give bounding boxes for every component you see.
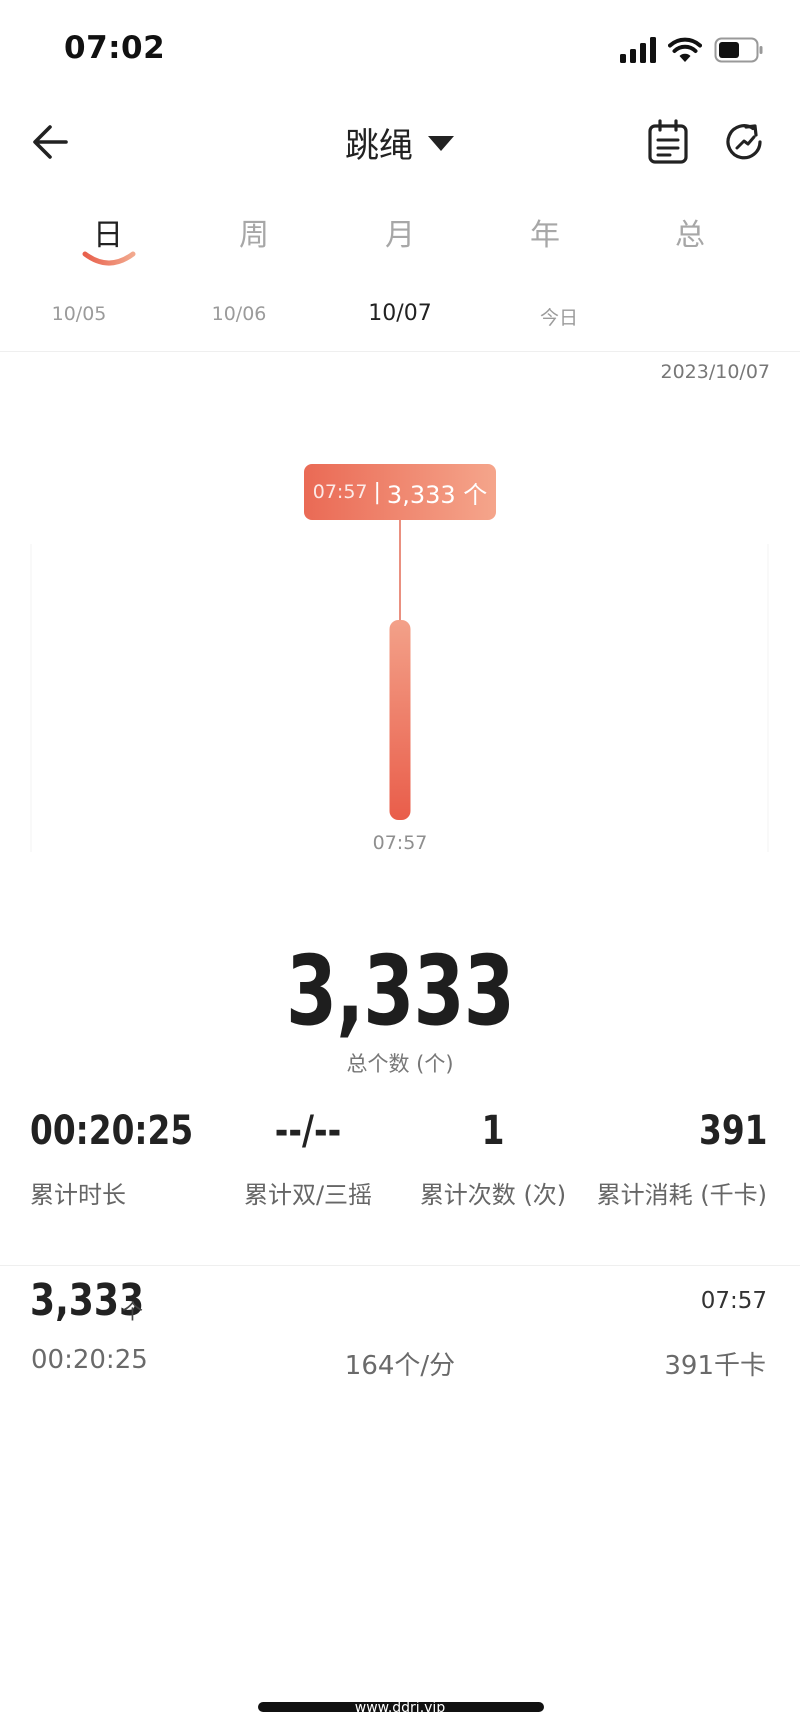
chart-tooltip: 07:57 | 3,333 个 <box>304 464 496 520</box>
signal-icon <box>620 37 656 63</box>
stat-sessions-value: 1 <box>481 1108 505 1154</box>
tab-year[interactable]: 年 <box>505 210 585 254</box>
total-count: 3,333 <box>286 935 515 1047</box>
wifi-icon <box>668 37 702 62</box>
stat-duration-label: 累计时长 <box>30 1181 126 1209</box>
tooltip-time: 07:57 <box>312 481 368 503</box>
tooltip-count: 3,333 个 <box>386 480 488 509</box>
dropdown-triangle-icon <box>428 135 454 151</box>
tab-total[interactable]: 总 <box>650 210 730 254</box>
stat-sessions-label: 累计次数 (次) <box>419 1181 567 1209</box>
watermark-text: www.ddrj.vip <box>354 1700 446 1716</box>
refresh-icon <box>726 124 762 160</box>
tooltip-separator: | <box>373 479 381 505</box>
stat-calories-label: 累计消耗 (千卡) <box>596 1181 767 1209</box>
date-today[interactable]: 今日 <box>499 303 619 330</box>
total-count-label: 总个数 (个) <box>346 1052 454 1076</box>
battery-icon <box>714 37 763 63</box>
chart-bar[interactable] <box>389 620 411 820</box>
x-axis-tick-label: 07:57 <box>372 832 428 854</box>
status-icons <box>620 32 764 68</box>
status-time: 07:02 <box>64 30 166 66</box>
stat-double-triple-value: --/-- <box>274 1108 342 1154</box>
divider <box>0 351 800 352</box>
date-10-05[interactable]: 10/05 <box>19 303 139 325</box>
record-calories: 391千卡 <box>664 1351 766 1381</box>
record-count-unit: 个 <box>122 1300 143 1324</box>
selected-date: 2023/10/07 <box>660 361 770 383</box>
page-title: 跳绳 <box>345 126 413 166</box>
stat-calories-value: 391 <box>698 1108 767 1154</box>
tab-day[interactable]: 日 <box>68 210 148 254</box>
record-time: 07:57 <box>700 1288 767 1314</box>
calendar-button[interactable] <box>644 118 692 166</box>
divider <box>0 1265 800 1266</box>
stat-double-triple-label: 累计双/三摇 <box>243 1181 373 1209</box>
date-10-06[interactable]: 10/06 <box>179 303 299 325</box>
tab-month[interactable]: 月 <box>360 210 440 254</box>
tab-week[interactable]: 周 <box>214 210 294 254</box>
date-10-07[interactable]: 10/07 <box>340 301 460 326</box>
sync-button[interactable] <box>720 118 768 166</box>
stat-duration-value: 00:20:25 <box>30 1108 194 1154</box>
tab-active-indicator <box>82 251 136 266</box>
calendar-icon <box>648 119 688 164</box>
